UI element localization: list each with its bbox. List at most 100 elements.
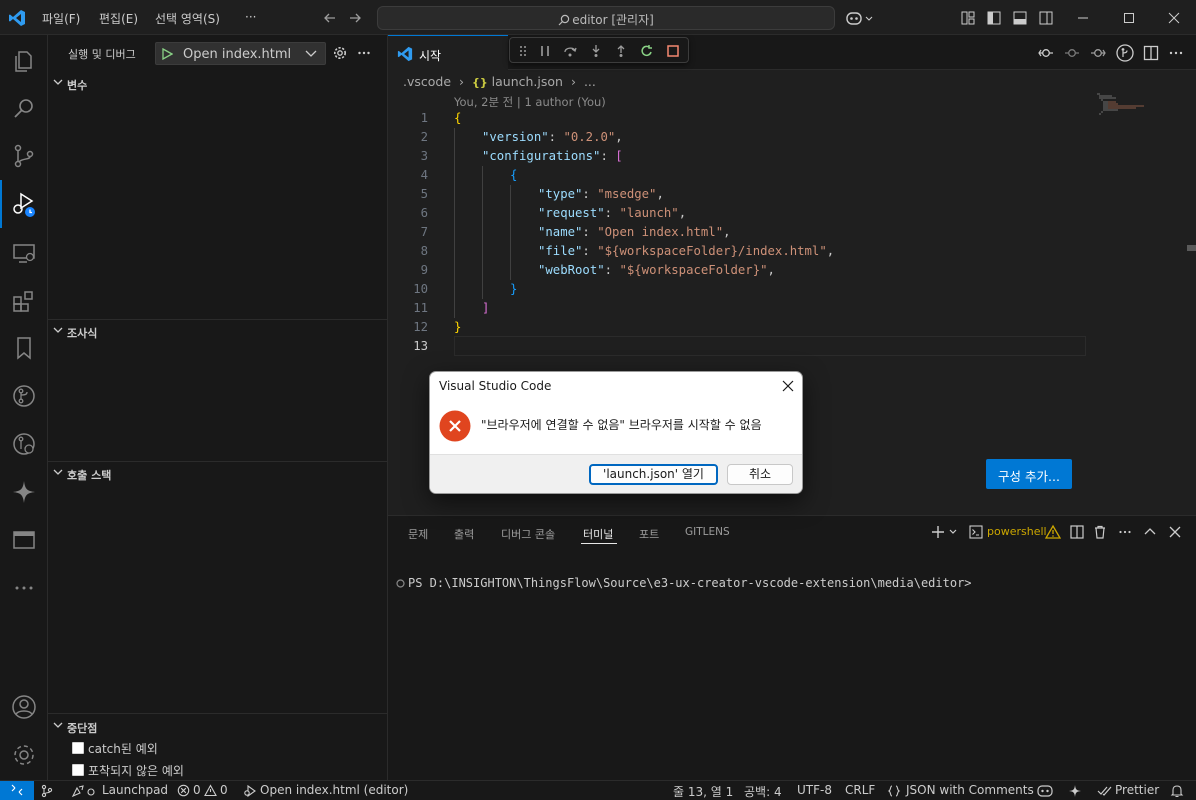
terminal-prompt[interactable]: PS D:\INSIGHTON\ThingsFlow\Source\e3-ux-… [408, 576, 972, 590]
minimap[interactable] [1096, 93, 1146, 115]
code-line[interactable]: ] [482, 299, 489, 318]
step-out-icon[interactable] [614, 44, 628, 58]
uncaught-exceptions-checkbox[interactable] [72, 764, 84, 776]
gitlens-inspect-icon[interactable] [10, 430, 38, 458]
copilot-chat-icon[interactable] [10, 478, 38, 506]
panel-more-icon[interactable] [1118, 525, 1132, 539]
drag-handle-icon[interactable] [518, 44, 528, 58]
gitlens-icon[interactable] [10, 382, 38, 410]
code-line[interactable]: } [454, 318, 461, 337]
code-line[interactable]: { [510, 166, 517, 185]
tab-ports[interactable]: 포트 [639, 526, 659, 542]
remote-explorer-icon[interactable] [10, 239, 38, 267]
layout-controls-icon[interactable] [961, 11, 975, 25]
breadcrumb-file[interactable]: launch.json [492, 74, 563, 89]
panel-view-icon[interactable] [10, 526, 38, 554]
remote-indicator[interactable] [0, 781, 34, 800]
tab-welcome[interactable]: 시작 [388, 35, 508, 70]
minimize-icon[interactable] [1077, 12, 1089, 24]
code-line[interactable]: "version": "0.2.0", [482, 128, 623, 147]
code-line[interactable]: "request": "launch", [538, 204, 686, 223]
copilot-status-icon[interactable] [1037, 784, 1053, 798]
gitlens-compare-icon[interactable] [1038, 45, 1054, 61]
launchpad-label[interactable]: Launchpad [102, 783, 168, 797]
restart-icon[interactable] [640, 44, 654, 58]
stop-icon[interactable] [666, 44, 680, 58]
variables-section-header[interactable]: 변수 [48, 73, 388, 95]
toggle-primary-sidebar-icon[interactable] [987, 11, 1001, 25]
toggle-secondary-sidebar-icon[interactable] [1039, 11, 1053, 25]
sparkle-icon[interactable] [1068, 784, 1082, 798]
cursor-position[interactable]: 줄 13, 열 1 [673, 783, 733, 800]
tab-debug-console[interactable]: 디버그 콘솔 [501, 526, 555, 542]
menu-edit[interactable]: 편집(E) [99, 10, 138, 27]
tab-gitlens[interactable]: GITLENS [685, 526, 730, 538]
dialog-close-icon[interactable] [781, 379, 795, 393]
tab-output[interactable]: 출력 [454, 526, 474, 542]
menu-selection[interactable]: 선택 영역(S) [155, 10, 220, 27]
previous-change-icon[interactable] [1064, 45, 1080, 61]
tab-problems[interactable]: 문제 [408, 526, 428, 542]
debug-target[interactable]: Open index.html (editor) [260, 783, 408, 797]
indentation[interactable]: 공백: 4 [744, 783, 782, 800]
git-blame-annotation[interactable]: You, 2분 전 | 1 author (You) [454, 94, 606, 110]
open-launch-json-button[interactable]: 'launch.json' 열기 [589, 464, 718, 485]
settings-gear-icon[interactable] [10, 741, 38, 769]
nav-forward-icon[interactable] [347, 10, 363, 26]
extensions-icon[interactable] [10, 287, 38, 315]
breakpoints-section-header[interactable]: 중단점 [48, 716, 388, 738]
notifications-bell-icon[interactable] [1170, 784, 1184, 798]
new-terminal-icon[interactable] [931, 525, 959, 539]
run-debug-icon[interactable] [10, 190, 38, 218]
callstack-section-header[interactable]: 호출 스택 [48, 463, 388, 485]
toggle-panel-icon[interactable] [1013, 11, 1027, 25]
maximize-icon[interactable] [1123, 12, 1135, 24]
tab-terminal[interactable]: 터미널 [583, 526, 613, 542]
warning-count[interactable]: 0 [220, 783, 228, 797]
search-view-icon[interactable] [10, 95, 38, 123]
more-views-icon[interactable] [10, 574, 38, 602]
step-into-icon[interactable] [589, 44, 603, 58]
code-line[interactable]: } [510, 280, 517, 299]
menu-file[interactable]: 파일(F) [42, 10, 80, 27]
terminal-name[interactable]: powershell [987, 525, 1047, 538]
step-over-icon[interactable] [563, 44, 577, 58]
caught-exceptions-checkbox[interactable] [72, 742, 84, 754]
editor-more-actions-icon[interactable] [1168, 45, 1184, 61]
encoding[interactable]: UTF-8 [797, 783, 832, 797]
code-line[interactable]: "file": "${workspaceFolder}/index.html", [538, 242, 834, 261]
account-icon[interactable] [10, 693, 38, 721]
more-actions-icon[interactable] [357, 46, 371, 60]
bookmarks-icon[interactable] [10, 334, 38, 362]
explorer-icon[interactable] [10, 47, 38, 75]
nav-back-icon[interactable] [322, 10, 338, 26]
open-launch-json-gear-icon[interactable] [333, 46, 347, 60]
prettier-status[interactable]: Prettier [1115, 783, 1159, 797]
code-line[interactable]: "webRoot": "${workspaceFolder}", [538, 261, 775, 280]
pause-icon[interactable] [538, 44, 552, 58]
line-endings[interactable]: CRLF [845, 783, 875, 797]
editor-scrollbar-thumb[interactable] [1187, 245, 1196, 251]
maximize-panel-icon[interactable] [1143, 525, 1157, 539]
breadcrumb-folder[interactable]: .vscode [403, 74, 451, 89]
start-debugging-icon[interactable] [161, 48, 173, 60]
launch-config-select[interactable]: Open index.html [155, 42, 326, 65]
split-terminal-icon[interactable] [1070, 525, 1084, 539]
copilot-icon[interactable] [845, 9, 873, 27]
code-line[interactable]: "type": "msedge", [538, 185, 664, 204]
command-center[interactable]: editor [관리자] [377, 6, 835, 30]
close-panel-icon[interactable] [1168, 525, 1182, 539]
language-mode[interactable]: JSON with Comments [906, 783, 1034, 797]
split-editor-icon[interactable] [1143, 45, 1159, 61]
trash-icon[interactable] [1093, 525, 1107, 539]
code-line[interactable]: "configurations": [ [482, 147, 623, 166]
breadcrumb-symbol[interactable]: ... [584, 74, 596, 89]
add-configuration-button[interactable]: 구성 추가... [986, 459, 1072, 489]
cancel-button[interactable]: 취소 [727, 464, 793, 485]
menu-more[interactable]: ··· [245, 10, 256, 24]
watch-section-header[interactable]: 조사식 [48, 321, 388, 343]
code-line[interactable]: { [454, 109, 461, 128]
error-count[interactable]: 0 [193, 783, 201, 797]
source-control-status-icon[interactable] [40, 784, 54, 798]
next-change-icon[interactable] [1090, 45, 1106, 61]
